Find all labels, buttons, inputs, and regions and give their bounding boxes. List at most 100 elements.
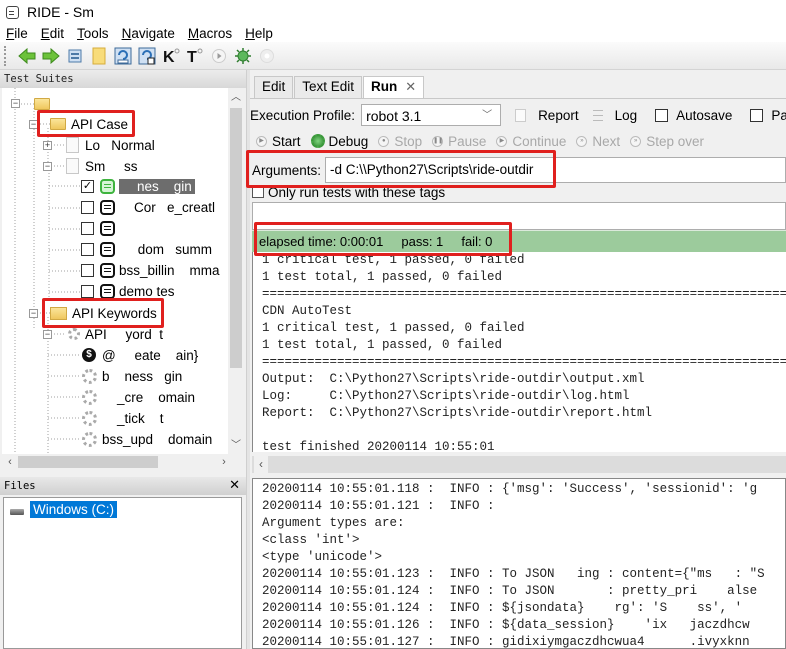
save-all-button[interactable]	[136, 45, 158, 67]
collapse-root-toggle[interactable]: −	[11, 99, 20, 108]
continue-button[interactable]: ▶ Continue	[496, 134, 566, 149]
collapse-api-case-toggle[interactable]: −	[29, 120, 38, 129]
scroll-left-icon[interactable]: ‹	[254, 456, 268, 473]
test-case-item[interactable]: ✓ nes gin	[81, 176, 195, 196]
next-button[interactable]: » Next	[576, 134, 620, 149]
tree-api-keywords[interactable]: API Keywords	[50, 303, 157, 323]
keyword-label: _tick t	[102, 410, 164, 426]
keyword-file-label: API yord t	[85, 326, 164, 342]
folder-icon	[34, 98, 50, 110]
autosave-checkbox[interactable]	[655, 108, 669, 122]
scroll-up-icon[interactable]: ︿	[228, 90, 244, 106]
test-case-item[interactable]	[81, 218, 119, 238]
test-case-label: nes gin	[119, 178, 195, 194]
execution-profile-select[interactable]: robot 3.1 ﹀	[361, 104, 502, 126]
test-checkbox[interactable]	[81, 221, 94, 235]
scroll-down-icon[interactable]: ﹀	[228, 438, 244, 454]
files-title: Files	[4, 480, 36, 492]
tree-suite-2[interactable]: Sm ss	[66, 156, 138, 176]
test-checkbox[interactable]	[81, 263, 94, 277]
tree-root-suite[interactable]	[34, 94, 125, 114]
collapse-suite-2-toggle[interactable]: −	[43, 162, 52, 171]
pause-on-failure-checkbox[interactable]	[750, 108, 764, 122]
pause-icon: ❚❚	[432, 135, 443, 147]
console-line: CDN AutoTest	[262, 304, 353, 318]
gear-icon	[82, 389, 97, 405]
console-line: 1 critical test, 1 passed, 0 failed	[262, 253, 525, 267]
test-checkbox[interactable]	[81, 284, 94, 298]
tab-text-edit[interactable]: Text Edit	[294, 76, 363, 98]
test-checkbox[interactable]	[81, 200, 94, 214]
forward-button[interactable]	[40, 45, 62, 67]
chevron-down-icon: ﹀	[482, 110, 493, 121]
step-over-button[interactable]: » Step over	[630, 134, 704, 149]
save-button[interactable]	[112, 45, 134, 67]
test-checkbox[interactable]	[81, 242, 94, 256]
search-tests-button[interactable]: T	[184, 45, 206, 67]
report-button[interactable]: Report	[538, 108, 579, 123]
test-search-icon: T	[187, 48, 203, 65]
back-button[interactable]	[16, 45, 38, 67]
collapse-keyword-file-toggle[interactable]: −	[43, 330, 52, 339]
only-tags-checkbox[interactable]	[252, 186, 264, 198]
open-suite-button[interactable]	[64, 45, 86, 67]
test-case-item[interactable]: bss_billin mma	[81, 260, 220, 280]
title-bar: RIDE - Sm	[0, 0, 786, 24]
arrow-left-icon	[18, 47, 36, 64]
console-line: Output: C:\Python27\Scripts\ride-outdir\…	[262, 372, 645, 386]
tab-run[interactable]: Run ✕	[363, 76, 425, 99]
search-keywords-button[interactable]: K	[160, 45, 182, 67]
menu-help[interactable]: Help	[245, 26, 273, 41]
console-line: 1 critical test, 1 passed, 0 failed	[262, 321, 525, 335]
tree-horizontal-scrollbar[interactable]: ‹ ›	[2, 454, 244, 470]
continue-icon: ▶	[496, 135, 508, 147]
tree-api-case[interactable]: API Case	[50, 114, 128, 134]
close-icon[interactable]: ✕	[229, 477, 240, 495]
debug-button[interactable]: Debug	[310, 134, 368, 149]
run-button[interactable]	[208, 45, 230, 67]
test-case-item[interactable]: Cor e_creatl	[81, 197, 215, 217]
keyword-item[interactable]: _cre omain	[82, 387, 195, 407]
scroll-thumb[interactable]	[18, 456, 158, 468]
pause-button[interactable]: ❚❚ Pause	[432, 134, 486, 149]
toolbar-grip[interactable]	[4, 45, 8, 66]
files-tree: Windows (C:)	[3, 497, 242, 649]
open-directory-button[interactable]	[88, 45, 110, 67]
tree-keyword-file[interactable]: API yord t	[68, 324, 163, 344]
stop-button[interactable]	[256, 45, 278, 67]
tab-edit[interactable]: Edit	[254, 76, 294, 98]
test-case-label: demo tes	[119, 283, 175, 299]
run-status-bar: elapsed time: 0:00:01 pass: 1 fail: 0	[252, 230, 786, 252]
tree-vertical-scrollbar[interactable]: ︿ ﹀	[228, 88, 244, 454]
scroll-right-icon[interactable]: ›	[216, 454, 232, 470]
collapse-api-keywords-toggle[interactable]: −	[29, 309, 38, 318]
test-case-item[interactable]: demo tes	[81, 281, 175, 301]
menu-tools[interactable]: Tools	[77, 26, 109, 41]
drive-item[interactable]: Windows (C:)	[10, 501, 118, 518]
keyword-item[interactable]: b ness gin	[82, 366, 182, 386]
tree-suite-1[interactable]: Lo Normal	[66, 135, 155, 155]
log-button[interactable]: Log	[615, 108, 638, 123]
expand-suite-1-toggle[interactable]: +	[43, 141, 52, 150]
test-suites-panel: Test Suites − − API Case + Lo Normal − S…	[0, 70, 246, 470]
keyword-item[interactable]: _tick t	[82, 408, 164, 428]
scroll-left-icon[interactable]: ‹	[2, 454, 18, 470]
test-checkbox[interactable]: ✓	[81, 179, 94, 193]
save-icon	[114, 47, 132, 64]
console-horizontal-scrollbar[interactable]: ‹	[252, 456, 786, 473]
keyword-item[interactable]: $ @ eate ain}	[82, 345, 198, 365]
stop-button[interactable]: ● Stop	[378, 134, 422, 149]
keyword-item[interactable]: bss_upd domain	[82, 429, 212, 449]
arguments-input[interactable]: -d C:\\Python27\Scripts\ride-outdir	[325, 157, 786, 183]
test-case-item[interactable]: dom summ	[81, 239, 212, 259]
menu-macros[interactable]: Macros	[188, 26, 232, 41]
passed-test-icon	[100, 178, 115, 194]
scroll-thumb[interactable]	[230, 108, 242, 368]
debug-button[interactable]	[232, 45, 254, 67]
menu-navigate[interactable]: Navigate	[122, 26, 175, 41]
close-tab-icon[interactable]: ✕	[405, 79, 416, 94]
menu-edit[interactable]: Edit	[41, 26, 64, 41]
start-button[interactable]: ▶ Start	[256, 134, 301, 149]
tags-input[interactable]	[252, 202, 786, 230]
menu-file[interactable]: File	[6, 26, 28, 41]
